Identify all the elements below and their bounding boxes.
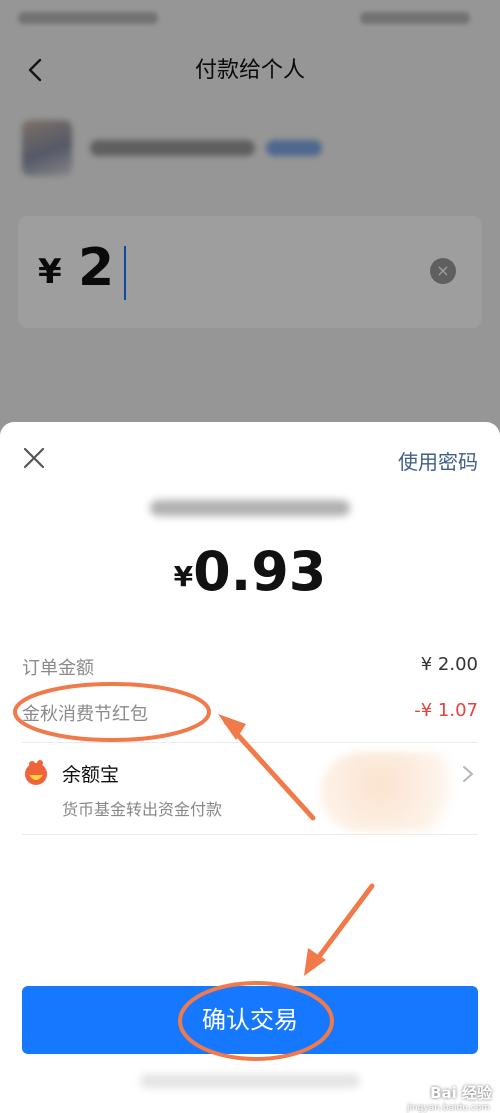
yuebao-icon: [25, 760, 47, 785]
close-icon[interactable]: [20, 444, 48, 472]
divider: [22, 834, 478, 835]
amount-currency: ¥: [173, 560, 194, 593]
watermark: Bai 经验: [430, 1084, 492, 1102]
confirm-button[interactable]: 确认交易: [22, 986, 478, 1054]
payment-method-description: 货币基金转出资金付款: [62, 800, 223, 819]
chevron-right-icon: [463, 766, 474, 782]
payment-sheet: 使用密码 ¥0.93 订单金额 ¥ 2.00 金秋消费节红包 -¥ 1.07 余…: [0, 422, 500, 1111]
order-amount-label: 订单金额: [22, 658, 94, 679]
discount-label: 金秋消费节红包: [22, 704, 148, 725]
bottom-text: [140, 1074, 360, 1088]
discount-value: -¥ 1.07: [414, 700, 478, 721]
use-password-link[interactable]: 使用密码: [398, 446, 478, 475]
watermark-url: jingyan.baidu.com: [406, 1103, 490, 1113]
payment-method-name: 余额宝: [62, 764, 120, 786]
order-amount-row: 订单金额 ¥ 2.00: [22, 654, 478, 684]
amount-value: 0.93: [193, 540, 327, 603]
payment-amount: ¥0.93: [0, 540, 500, 603]
payment-method-row[interactable]: 余额宝 货币基金转出资金付款: [0, 752, 500, 832]
payee-name: [150, 500, 350, 516]
divider: [22, 742, 478, 743]
decoration-image: [320, 752, 470, 832]
order-amount-value: ¥ 2.00: [420, 654, 478, 675]
discount-row: 金秋消费节红包 -¥ 1.07: [22, 700, 478, 730]
